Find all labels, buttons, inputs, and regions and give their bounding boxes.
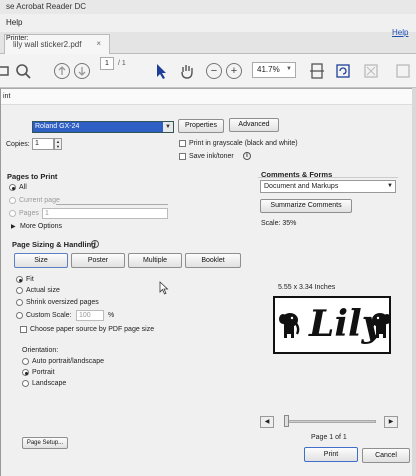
previous-page-button[interactable]: ◀ (260, 416, 274, 428)
fit-page-icon[interactable] (308, 62, 326, 80)
pages-to-print-heading: Pages to Print (7, 172, 58, 181)
save-ink-checkbox[interactable] (179, 153, 186, 160)
actual-size-label: Actual size (26, 287, 60, 294)
copies-input[interactable]: 1 (32, 138, 54, 150)
current-page-radio[interactable] (9, 197, 16, 204)
pages-all-label: All (19, 184, 27, 191)
info-icon[interactable]: i (91, 240, 99, 248)
pages-divider (56, 204, 168, 205)
hand-tool-icon[interactable] (178, 62, 196, 80)
properties-button[interactable]: Properties (178, 119, 224, 133)
copies-label: Copies: (6, 141, 30, 148)
expand-triangle-icon[interactable]: ▶ (11, 223, 16, 230)
more-options-link[interactable]: More Options (20, 223, 62, 230)
page-slider[interactable] (286, 420, 376, 423)
custom-scale-input[interactable]: 100 (76, 310, 104, 321)
landscape-label: Landscape (32, 380, 67, 387)
printer-select[interactable]: Roland GX-24 ▼ (32, 121, 174, 133)
fit-radio[interactable] (16, 276, 23, 283)
save-ink-label: Save ink/toner (189, 153, 234, 160)
custom-scale-radio[interactable] (16, 312, 23, 319)
dialog-title: int (3, 93, 11, 100)
rotate-icon[interactable] (334, 62, 352, 80)
zoom-out-icon[interactable]: − (206, 63, 222, 79)
pages-all-radio[interactable] (9, 184, 16, 191)
toolbar: − + (0, 54, 416, 88)
fit-label: Fit (26, 276, 34, 283)
dialog-title-bar: int (1, 89, 412, 105)
paper-source-label: Choose paper source by PDF page size (30, 326, 155, 333)
actual-size-radio[interactable] (16, 287, 23, 294)
page-total: / 1 (118, 60, 126, 67)
app-title-bar: se Acrobat Reader DC (0, 0, 416, 14)
printer-value: Roland GX-24 (35, 123, 80, 130)
summarize-comments-button[interactable]: Summarize Comments (260, 199, 352, 213)
tab-size[interactable]: Size (14, 253, 68, 268)
auto-orientation-radio[interactable] (22, 358, 29, 365)
chevron-down-icon: ▼ (387, 183, 393, 189)
comments-forms-select[interactable]: Document and Markups ▼ (260, 180, 396, 193)
landscape-radio[interactable] (22, 380, 29, 387)
elephant-left-icon (279, 313, 300, 338)
menu-bar: Help (0, 14, 416, 32)
comments-divider (258, 177, 398, 178)
print-button[interactable]: Print (304, 447, 358, 462)
elephant-right-icon (370, 313, 391, 338)
zoom-level-select[interactable]: 41.7% ▼ (252, 62, 296, 78)
chevron-down-icon: ▼ (163, 122, 173, 132)
scale-label: Scale: 35% (261, 220, 297, 227)
page-setup-button[interactable]: Page Setup... (22, 437, 68, 449)
orientation-heading: Orientation: (22, 347, 59, 354)
print-preview: Lily (273, 296, 391, 354)
page-indicator: Page 1 of 1 (311, 434, 347, 441)
copies-stepper[interactable]: ▲ ▼ (54, 138, 62, 150)
previous-page-icon[interactable] (54, 63, 70, 79)
print-icon[interactable] (0, 62, 10, 80)
percent-label: % (108, 312, 115, 319)
paper-source-checkbox[interactable] (20, 326, 27, 333)
next-page-icon[interactable] (74, 63, 90, 79)
next-page-button[interactable]: ▶ (384, 416, 398, 428)
cancel-button[interactable]: Cancel (362, 448, 410, 463)
tab-bar: lily wall sticker2.pdf × (0, 32, 416, 54)
tab-booklet[interactable]: Booklet (185, 253, 241, 268)
full-screen-icon[interactable] (362, 62, 380, 80)
chevron-down-icon: ▼ (286, 66, 292, 72)
portrait-radio[interactable] (22, 369, 29, 376)
comments-forms-value: Document and Markups (264, 183, 339, 190)
mouse-cursor-icon (159, 281, 169, 295)
printer-label: Printer: (6, 35, 29, 42)
page-number-input[interactable]: 1 (100, 57, 114, 70)
custom-scale-label: Custom Scale: (26, 312, 72, 319)
page-sizing-heading: Page Sizing & Handling (12, 240, 96, 249)
tab-multiple[interactable]: Multiple (128, 253, 182, 268)
info-icon[interactable]: i (243, 152, 251, 160)
select-arrow-icon[interactable] (152, 62, 170, 80)
current-page-label: Current page (19, 197, 60, 204)
auto-orientation-label: Auto portrait/landscape (32, 358, 104, 365)
help-link[interactable]: Help (392, 28, 408, 37)
advanced-button[interactable]: Advanced (229, 118, 279, 132)
app-title: se Acrobat Reader DC (6, 2, 87, 11)
search-icon[interactable] (14, 62, 32, 80)
pages-range-label: Pages (19, 210, 39, 217)
close-tab-icon[interactable]: × (96, 39, 101, 48)
pages-range-input[interactable]: 1 (42, 208, 168, 219)
menu-help[interactable]: Help (6, 18, 22, 27)
preview-dimensions: 5.55 x 3.34 Inches (278, 284, 336, 291)
tab-poster[interactable]: Poster (71, 253, 125, 268)
grayscale-checkbox[interactable] (179, 140, 186, 147)
shrink-oversized-label: Shrink oversized pages (26, 299, 99, 306)
tools-icon[interactable] (394, 62, 412, 80)
portrait-label: Portrait (32, 369, 55, 376)
shrink-oversized-radio[interactable] (16, 299, 23, 306)
grayscale-label: Print in grayscale (black and white) (189, 140, 298, 147)
zoom-in-icon[interactable]: + (226, 63, 242, 79)
page-slider-thumb[interactable] (284, 415, 289, 427)
pages-range-radio[interactable] (9, 210, 16, 217)
zoom-value: 41.7% (257, 65, 280, 74)
